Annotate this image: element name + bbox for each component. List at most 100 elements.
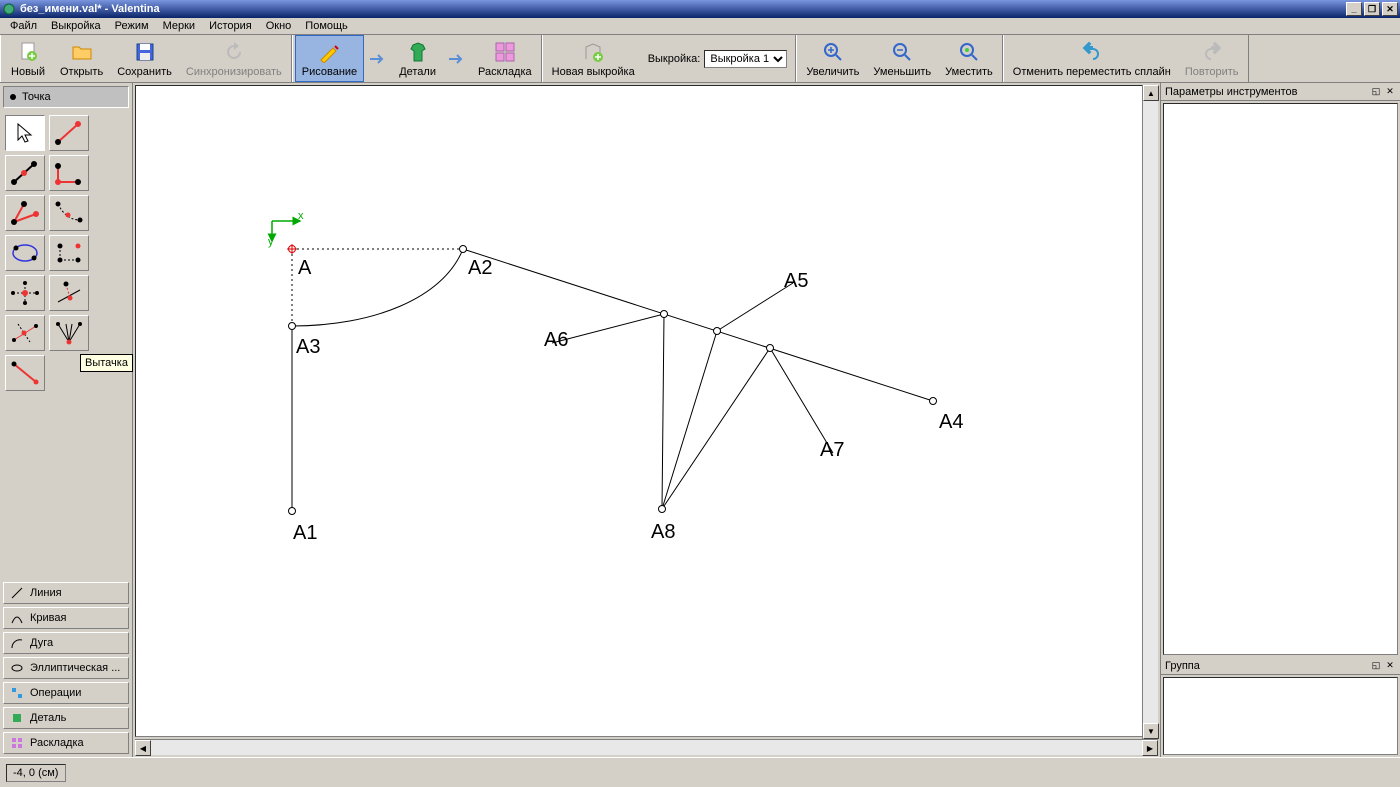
arrow-icon (364, 35, 392, 82)
panel-title: Параметры инструментов (1165, 86, 1368, 98)
panel-title: Группа (1165, 660, 1368, 672)
panel-undock-button[interactable]: ◱ (1370, 86, 1382, 98)
horizontal-scrollbar[interactable]: ◀ ▶ (135, 739, 1158, 755)
minimize-button[interactable]: _ (1346, 2, 1362, 16)
new-pattern-button[interactable]: Новая выкройка (545, 35, 642, 82)
line-icon (10, 586, 24, 600)
category-layout[interactable]: Раскладка (3, 732, 129, 754)
sync-button[interactable]: Синхронизировать (179, 35, 289, 82)
category-curve[interactable]: Кривая (3, 607, 129, 629)
vertical-scrollbar[interactable]: ▲ ▼ (1142, 85, 1158, 739)
titlebar: без_имени.val* - Valentina _ ❐ ✕ (0, 0, 1400, 18)
statusbar: -4, 0 (см) (0, 757, 1400, 787)
point-tools-grid: Вытачка (3, 111, 129, 395)
tool-intersect[interactable] (5, 275, 45, 311)
tool-icon (10, 360, 40, 386)
category-point[interactable]: Точка (3, 86, 129, 108)
canvas-area: xyAA1A2A3A4A5A6A7A8 ▲ ▼ ◀ ▶ (133, 83, 1160, 757)
panel-close-button[interactable]: ✕ (1384, 86, 1396, 98)
draw-mode-button[interactable]: Рисование (295, 35, 364, 82)
category-operations[interactable]: Операции (3, 682, 129, 704)
tool-triangle[interactable] (49, 235, 89, 271)
svg-text:A8: A8 (651, 521, 675, 543)
scroll-up-button[interactable]: ▲ (1143, 85, 1159, 101)
scroll-down-button[interactable]: ▼ (1143, 723, 1159, 739)
ellipse-icon (10, 661, 24, 675)
tool-pointer[interactable] (5, 115, 45, 151)
open-button[interactable]: Открыть (53, 35, 110, 82)
tool-icon (54, 320, 84, 346)
tool-height[interactable] (49, 275, 89, 311)
svg-text:A6: A6 (544, 329, 568, 351)
new-button[interactable]: Новый (3, 35, 53, 82)
zoom-in-button[interactable]: Увеличить (799, 35, 866, 82)
category-detail[interactable]: Деталь (3, 707, 129, 729)
panel-undock-button[interactable]: ◱ (1370, 660, 1382, 672)
window-title: без_имени.val* - Valentina (20, 3, 1346, 15)
menu-mode[interactable]: Режим (109, 19, 155, 33)
arrow-icon (443, 35, 471, 82)
tool-contact[interactable] (5, 235, 45, 271)
svg-text:A1: A1 (293, 522, 317, 544)
menu-history[interactable]: История (203, 19, 258, 33)
tool-endpoint[interactable] (49, 115, 89, 151)
maximize-button[interactable]: ❐ (1364, 2, 1380, 16)
tool-icon (10, 320, 40, 346)
tool-icon (54, 280, 84, 306)
undo-button[interactable]: Отменить переместить сплайн (1006, 35, 1178, 82)
app-icon (2, 2, 16, 16)
panel-body-tools (1163, 103, 1398, 655)
tool-icon (54, 160, 84, 186)
tool-icon (54, 200, 84, 226)
pattern-selector: Выкройка: Выкройка 1 (642, 35, 794, 82)
pattern-new-icon (581, 40, 605, 64)
tool-icon (54, 240, 84, 266)
pattern-select[interactable]: Выкройка 1 (704, 50, 787, 68)
menu-help[interactable]: Помощь (299, 19, 354, 33)
tool-normal[interactable] (49, 155, 89, 191)
svg-text:x: x (298, 210, 304, 222)
canvas-viewport[interactable]: xyAA1A2A3A4A5A6A7A8 (135, 85, 1158, 737)
menu-pattern[interactable]: Выкройка (45, 19, 107, 33)
scroll-right-button[interactable]: ▶ (1142, 740, 1158, 756)
details-mode-button[interactable]: Детали (392, 35, 443, 82)
curve-icon (10, 611, 24, 625)
drawing-canvas[interactable]: xyAA1A2A3A4A5A6A7A8 (136, 86, 1146, 737)
tool-point-xy[interactable] (5, 355, 45, 391)
right-panel: Параметры инструментов ◱ ✕ Группа ◱ ✕ (1160, 83, 1400, 757)
tool-shoulder[interactable] (49, 195, 89, 231)
tool-icon (10, 280, 40, 306)
detail-icon (10, 711, 24, 725)
svg-text:A2: A2 (468, 257, 492, 279)
menu-window[interactable]: Окно (260, 19, 298, 33)
category-elliptic[interactable]: Эллиптическая ... (3, 657, 129, 679)
scroll-left-button[interactable]: ◀ (135, 740, 151, 756)
ops-icon (10, 686, 24, 700)
tool-line-intersect-axis[interactable] (5, 315, 45, 351)
panel-header: Группа ◱ ✕ (1161, 657, 1400, 675)
svg-text:A: A (298, 257, 312, 279)
status-coordinates: -4, 0 (см) (6, 764, 66, 782)
zoom-in-icon (821, 40, 845, 64)
left-tools-panel: Точка Вытачка (0, 83, 133, 757)
redo-button[interactable]: Повторить (1178, 35, 1246, 82)
zoom-fit-button[interactable]: Уместить (938, 35, 1000, 82)
tool-along-line[interactable] (5, 155, 45, 191)
tool-bisector[interactable] (5, 195, 45, 231)
category-line[interactable]: Линия (3, 582, 129, 604)
svg-text:A3: A3 (296, 336, 320, 358)
menu-file[interactable]: Файл (4, 19, 43, 33)
panel-body-group (1163, 677, 1398, 755)
zoom-out-button[interactable]: Уменьшить (866, 35, 938, 82)
save-button[interactable]: Сохранить (110, 35, 179, 82)
tool-dart[interactable]: Вытачка (49, 315, 89, 351)
close-button[interactable]: ✕ (1382, 2, 1398, 16)
undo-icon (1080, 40, 1104, 64)
category-arc[interactable]: Дуга (3, 632, 129, 654)
zoom-fit-icon (957, 40, 981, 64)
layout-mode-button[interactable]: Раскладка (471, 35, 539, 82)
panel-close-button[interactable]: ✕ (1384, 660, 1396, 672)
menu-measures[interactable]: Мерки (157, 19, 201, 33)
tool-icon (10, 240, 40, 266)
point-icon (10, 94, 16, 100)
